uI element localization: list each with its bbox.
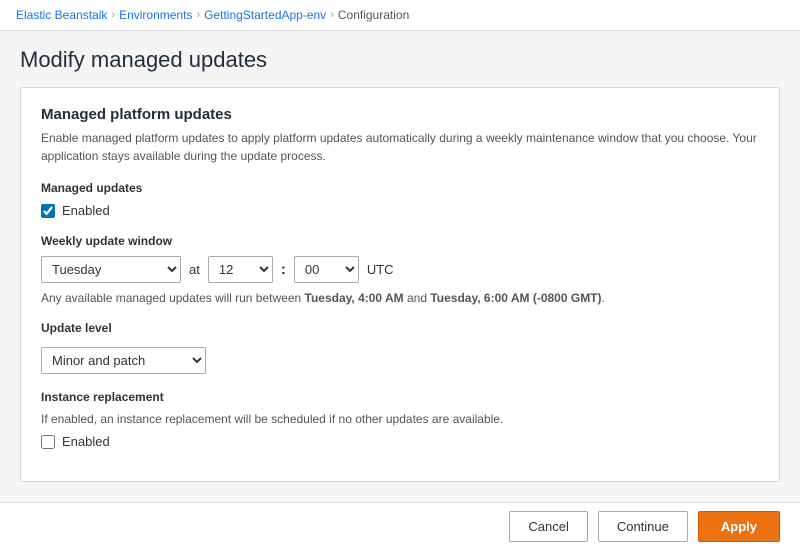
update-hint: Any available managed updates will run b…: [41, 291, 759, 305]
cancel-button[interactable]: Cancel: [509, 511, 587, 542]
breadcrumb-configuration: Configuration: [338, 8, 409, 22]
footer: Cancel Continue Apply: [0, 502, 800, 550]
card-description: Enable managed platform updates to apply…: [41, 129, 759, 165]
main-content: Modify managed updates Managed platform …: [0, 31, 800, 498]
managed-updates-enabled-label: Enabled: [62, 203, 110, 218]
window-row: Sunday Monday Tuesday Wednesday Thursday…: [41, 256, 759, 283]
managed-updates-enabled-row: Enabled: [41, 203, 759, 218]
hint-bold-1: Tuesday, 4:00 AM: [305, 291, 404, 305]
breadcrumb-sep-1: ›: [111, 9, 115, 21]
instance-enabled-row: Enabled: [41, 434, 759, 449]
update-level-select[interactable]: Minor and patch Minor only Patch only: [41, 347, 206, 374]
utc-label: UTC: [367, 262, 394, 277]
day-select[interactable]: Sunday Monday Tuesday Wednesday Thursday…: [41, 256, 181, 283]
colon-separator: :: [281, 261, 286, 278]
minute-select[interactable]: 00 15 30 45: [294, 256, 359, 283]
page-title: Modify managed updates: [20, 47, 780, 73]
hour-select[interactable]: 00010203 04050607 08091011 12131415 1617…: [208, 256, 273, 283]
breadcrumb-elastic-beanstalk[interactable]: Elastic Beanstalk: [16, 8, 107, 22]
managed-updates-checkbox[interactable]: [41, 204, 55, 218]
hint-bold-2: Tuesday, 6:00 AM (-0800 GMT): [430, 291, 601, 305]
apply-button[interactable]: Apply: [698, 511, 780, 542]
managed-updates-label: Managed updates: [41, 181, 759, 195]
breadcrumb-environments[interactable]: Environments: [119, 8, 192, 22]
breadcrumb-sep-2: ›: [196, 9, 200, 21]
instance-enabled-label: Enabled: [62, 434, 110, 449]
weekly-window-label: Weekly update window: [41, 234, 759, 248]
breadcrumb-app-env[interactable]: GettingStartedApp-env: [204, 8, 326, 22]
card-title: Managed platform updates: [41, 106, 759, 123]
managed-updates-card: Managed platform updates Enable managed …: [20, 87, 780, 482]
update-level-label: Update level: [41, 321, 759, 335]
breadcrumb: Elastic Beanstalk › Environments › Getti…: [0, 0, 800, 31]
instance-replacement-checkbox[interactable]: [41, 435, 55, 449]
instance-replacement-desc: If enabled, an instance replacement will…: [41, 412, 759, 426]
instance-replacement-label: Instance replacement: [41, 390, 759, 404]
at-label: at: [189, 262, 200, 277]
continue-button[interactable]: Continue: [598, 511, 688, 542]
breadcrumb-sep-3: ›: [330, 9, 334, 21]
